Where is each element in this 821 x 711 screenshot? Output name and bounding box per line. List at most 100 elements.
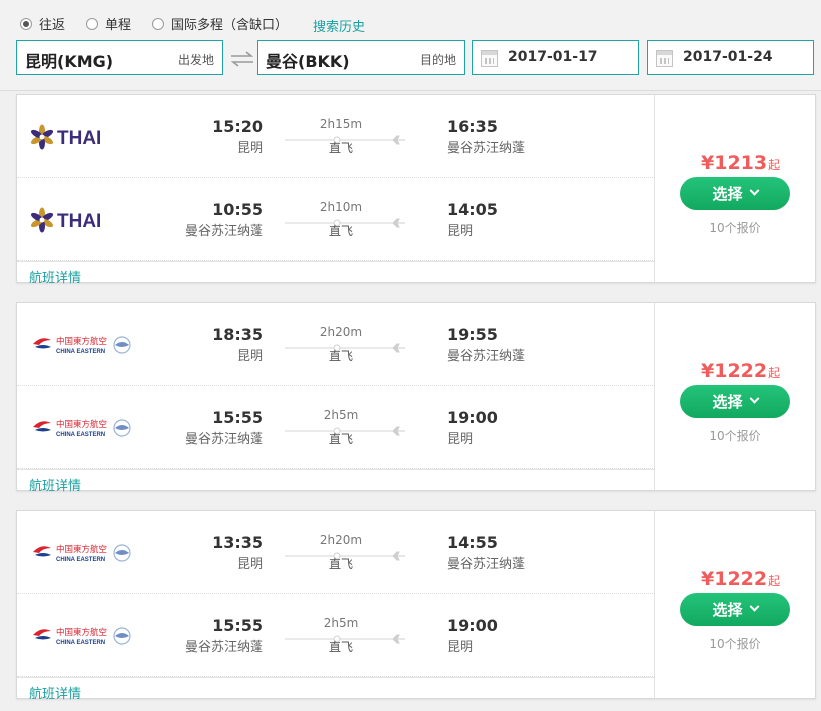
- return-leg: 中国東方航空 CHINA EASTERN 15:55 曼谷苏汪纳蓬 2h5m 直飞…: [17, 386, 655, 469]
- search-history-link[interactable]: 搜索历史: [313, 16, 365, 35]
- trip-type-label: 国际多程（含缺口）: [171, 18, 289, 33]
- stop-type: 直飞: [328, 141, 353, 155]
- select-button[interactable]: 选择: [680, 385, 790, 418]
- outbound-leg: 中国東方航空 CHINA EASTERN 18:35 昆明 2h20m 直飞 19…: [17, 303, 655, 386]
- depart-date-field[interactable]: 2017-01-17: [472, 40, 639, 75]
- arrival-airport: 昆明: [447, 224, 474, 239]
- arrival-time: 19:00: [447, 616, 498, 635]
- currency-symbol: ¥: [701, 360, 715, 382]
- radio-unchecked-icon: [86, 17, 98, 30]
- select-button[interactable]: 选择: [680, 177, 790, 210]
- return-leg: THAI 10:55 曼谷苏汪纳蓬 2h10m 直飞 14:05 昆明: [17, 178, 655, 261]
- flight-duration: 2h15m: [319, 117, 363, 131]
- return-leg: 中国東方航空 CHINA EASTERN 15:55 曼谷苏汪纳蓬 2h5m 直飞…: [17, 594, 655, 677]
- thai-airways-logo-icon: THAI: [30, 124, 101, 150]
- arrival-time: 14:05: [447, 200, 498, 219]
- airline-logo: 中国東方航空 CHINA EASTERN: [31, 539, 141, 567]
- price-amount: 1222: [714, 568, 768, 590]
- departure-city-hint: 出发地: [177, 53, 214, 67]
- price-value: ¥1222起: [701, 568, 780, 590]
- departure-airport: 曼谷苏汪纳蓬: [184, 640, 263, 655]
- flight-result-card: THAI 15:20 昆明 2h15m 直飞 16:35 曼谷苏汪纳蓬 THAI…: [16, 94, 816, 286]
- airline-logo: THAI: [30, 206, 141, 234]
- svg-text:CHINA EASTERN: CHINA EASTERN: [56, 640, 105, 646]
- airline-logo: 中国東方航空 CHINA EASTERN: [31, 414, 141, 442]
- flight-duration: 2h5m: [323, 408, 359, 422]
- departure-airport: 曼谷苏汪纳蓬: [184, 224, 263, 239]
- arrival-time: 19:00: [447, 408, 498, 427]
- airline-logo: THAI: [30, 123, 141, 151]
- depart-date-value: 2017-01-17: [508, 49, 598, 65]
- return-date-value: 2017-01-24: [683, 49, 773, 65]
- arrival-time: 14:55: [447, 533, 498, 552]
- arrival-time: 19:55: [447, 325, 498, 344]
- calendar-icon: [481, 50, 498, 67]
- swap-cities-icon[interactable]: [229, 49, 255, 69]
- svg-text:THAI: THAI: [57, 128, 101, 149]
- svg-text:中国東方航空: 中国東方航空: [56, 336, 107, 347]
- trip-type-label: 往返: [39, 18, 66, 33]
- quote-count: 10个报价: [709, 221, 761, 235]
- flight-result-card: 中国東方航空 CHINA EASTERN 13:35 昆明 2h20m 直飞 14…: [16, 510, 816, 702]
- flight-duration: 2h20m: [319, 325, 363, 339]
- price-suffix: 起: [768, 158, 781, 172]
- select-button-label: 选择: [712, 393, 743, 411]
- china-eastern-logo-icon: 中国東方航空 CHINA EASTERN: [33, 336, 131, 355]
- stop-type: 直飞: [328, 224, 353, 238]
- outbound-leg: 中国東方航空 CHINA EASTERN 13:35 昆明 2h20m 直飞 14…: [17, 511, 655, 594]
- arrival-airport: 曼谷苏汪纳蓬: [447, 557, 526, 572]
- quote-count: 10个报价: [709, 637, 761, 651]
- chevron-down-icon: [749, 601, 759, 612]
- airline-logo: 中国東方航空 CHINA EASTERN: [31, 622, 141, 650]
- select-button-label: 选择: [712, 601, 743, 619]
- currency-symbol: ¥: [701, 568, 715, 590]
- price-value: ¥1222起: [701, 360, 780, 382]
- china-eastern-logo-icon: 中国東方航空 CHINA EASTERN: [33, 419, 131, 438]
- flight-legs: THAI 15:20 昆明 2h15m 直飞 16:35 曼谷苏汪纳蓬 THAI…: [17, 95, 655, 286]
- trip-type-oneway[interactable]: 单程: [86, 14, 131, 33]
- select-button-label: 选择: [712, 185, 743, 203]
- price-suffix: 起: [768, 366, 781, 380]
- calendar-icon: [656, 50, 673, 67]
- stop-type: 直飞: [328, 432, 353, 446]
- stop-type: 直飞: [328, 557, 353, 571]
- svg-text:CHINA EASTERN: CHINA EASTERN: [56, 349, 105, 355]
- departure-city-value: 昆明(KMG): [25, 52, 114, 71]
- departure-time: 18:35: [212, 325, 263, 344]
- outbound-leg: THAI 15:20 昆明 2h15m 直飞 16:35 曼谷苏汪纳蓬: [17, 95, 655, 178]
- flight-detail-link[interactable]: 航班详情: [29, 683, 81, 702]
- arrival-airport: 曼谷苏汪纳蓬: [447, 141, 526, 156]
- flight-result-card: 中国東方航空 CHINA EASTERN 18:35 昆明 2h20m 直飞 19…: [16, 302, 816, 494]
- trip-type-roundtrip[interactable]: 往返: [20, 14, 65, 33]
- arrival-city-value: 曼谷(BKK): [266, 52, 350, 71]
- flight-detail-link[interactable]: 航班详情: [29, 475, 81, 494]
- trip-type-multicity[interactable]: 国际多程（含缺口）: [152, 14, 288, 33]
- svg-text:中国東方航空: 中国東方航空: [56, 627, 107, 638]
- airline-logo: 中国東方航空 CHINA EASTERN: [31, 331, 141, 359]
- price-suffix: 起: [768, 574, 781, 588]
- price-value: ¥1213起: [701, 152, 780, 174]
- arrival-city-hint: 目的地: [419, 53, 456, 67]
- china-eastern-logo-icon: 中国東方航空 CHINA EASTERN: [33, 627, 131, 646]
- arrival-city-field[interactable]: 曼谷(BKK) 目的地: [257, 40, 465, 75]
- chevron-down-icon: [749, 393, 759, 404]
- flight-detail-link[interactable]: 航班详情: [29, 267, 81, 286]
- return-date-field[interactable]: 2017-01-24: [647, 40, 814, 75]
- departure-time: 15:20: [212, 117, 263, 136]
- radio-unchecked-icon: [152, 17, 164, 30]
- price-column: ¥1213起选择 10个报价: [655, 95, 815, 282]
- flight-detail-row: [17, 261, 655, 284]
- departure-airport: 昆明: [236, 141, 263, 156]
- thai-airways-logo-icon: THAI: [30, 207, 101, 233]
- price-column: ¥1222起选择 10个报价: [655, 511, 815, 698]
- departure-airport: 昆明: [236, 557, 263, 572]
- flight-duration: 2h10m: [319, 200, 363, 214]
- departure-city-field[interactable]: 昆明(KMG) 出发地: [16, 40, 223, 75]
- stop-type: 直飞: [328, 349, 353, 363]
- select-button[interactable]: 选择: [680, 593, 790, 626]
- search-panel: 往返 单程 国际多程（含缺口） 搜索历史 昆明(KMG) 出发地 曼谷(BKK)…: [0, 0, 821, 91]
- trip-type-label: 单程: [105, 18, 132, 33]
- arrival-airport: 昆明: [447, 432, 474, 447]
- chevron-down-icon: [749, 185, 759, 196]
- arrival-airport: 曼谷苏汪纳蓬: [447, 349, 526, 364]
